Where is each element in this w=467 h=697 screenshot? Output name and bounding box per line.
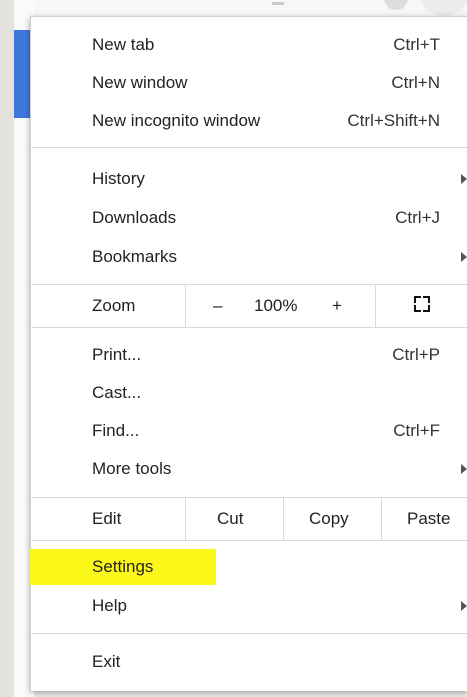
toolbar-dash	[272, 2, 284, 5]
edit-divider	[185, 498, 186, 540]
menu-item-more-tools[interactable]: More tools	[30, 450, 467, 488]
menu-item-shortcut: Ctrl+P	[392, 345, 440, 364]
menu-item-label: More tools	[92, 459, 172, 478]
menu-item-label: History	[92, 169, 145, 188]
zoom-divider	[185, 285, 186, 327]
fullscreen-icon[interactable]	[414, 296, 430, 312]
edit-divider	[283, 498, 284, 540]
menu-item-help[interactable]: Help	[30, 587, 467, 625]
menu-item-label: New tab	[92, 35, 155, 54]
menu-item-shortcut: Ctrl+F	[393, 421, 440, 440]
menu-item-print[interactable]: Print... Ctrl+P	[30, 336, 467, 374]
menu-zoom-row: Zoom – 100% +	[30, 285, 467, 327]
chevron-right-icon	[461, 601, 467, 611]
menu-item-cast[interactable]: Cast...	[30, 374, 467, 412]
menu-item-find[interactable]: Find... Ctrl+F	[30, 412, 467, 450]
chevron-right-icon	[461, 252, 467, 262]
chrome-main-menu-content: New tab Ctrl+T New window Ctrl+N New inc…	[30, 16, 467, 690]
menu-item-shortcut: Ctrl+J	[395, 208, 440, 227]
zoom-label: Zoom	[92, 296, 136, 315]
menu-item-label: Cast...	[92, 383, 142, 402]
edit-divider	[381, 498, 382, 540]
menu-item-history[interactable]: History	[30, 160, 467, 198]
menu-item-shortcut: Ctrl+T	[393, 35, 440, 54]
menu-item-downloads[interactable]: Downloads Ctrl+J	[30, 199, 467, 237]
cut-button[interactable]: Cut	[217, 498, 243, 540]
menu-item-shortcut: Ctrl+Shift+N	[347, 111, 440, 130]
menu-item-new-tab[interactable]: New tab Ctrl+T	[30, 26, 467, 64]
menu-item-bookmarks[interactable]: Bookmarks	[30, 238, 467, 276]
menu-item-shortcut: Ctrl+N	[391, 73, 440, 92]
menu-item-label: Find...	[92, 421, 140, 440]
menu-item-label: Exit	[92, 652, 121, 671]
menu-item-label: New incognito window	[92, 111, 261, 130]
zoom-in-button[interactable]: +	[332, 285, 342, 327]
zoom-divider	[375, 285, 376, 327]
menu-edit-row: Edit Cut Copy Paste	[30, 498, 467, 540]
copy-button[interactable]: Copy	[309, 498, 349, 540]
menu-item-settings[interactable]: Settings	[30, 548, 467, 586]
menu-item-label: New window	[92, 73, 188, 92]
menu-separator	[30, 633, 467, 634]
menu-item-label: Settings	[92, 557, 154, 576]
menu-separator	[30, 147, 467, 148]
menu-item-label: Print...	[92, 345, 142, 364]
background-left	[0, 0, 14, 697]
edit-label: Edit	[92, 509, 122, 528]
menu-separator	[30, 540, 467, 541]
menu-item-new-incognito-window[interactable]: New incognito window Ctrl+Shift+N	[30, 102, 467, 140]
zoom-level: 100%	[254, 296, 298, 315]
menu-item-label: Downloads	[92, 208, 177, 227]
menu-separator	[30, 327, 467, 328]
zoom-out-button[interactable]: –	[213, 285, 222, 327]
paste-button[interactable]: Paste	[407, 498, 450, 540]
menu-item-label: Bookmarks	[92, 247, 178, 266]
menu-item-new-window[interactable]: New window Ctrl+N	[30, 64, 467, 102]
chevron-right-icon	[461, 464, 467, 474]
menu-item-label: Help	[92, 596, 127, 615]
menu-item-exit[interactable]: Exit	[30, 643, 467, 681]
chevron-right-icon	[461, 174, 467, 184]
